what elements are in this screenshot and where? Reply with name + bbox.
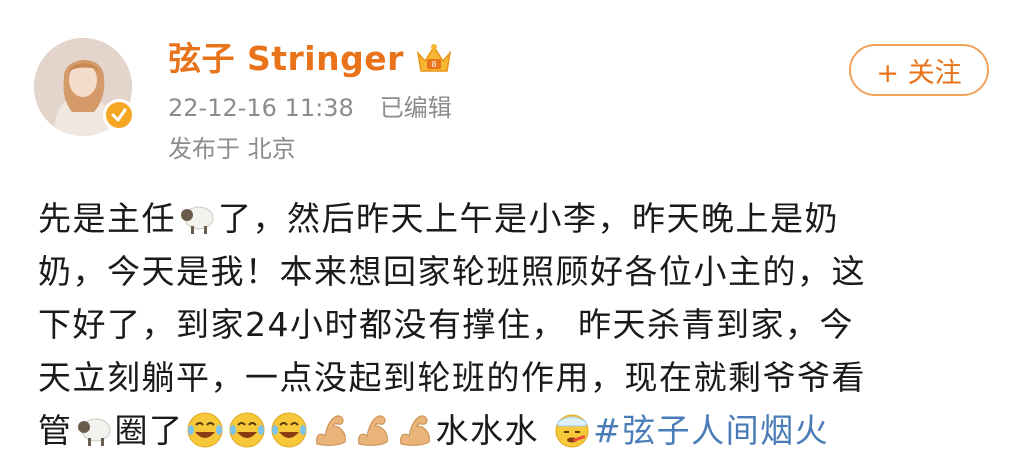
post-text: 管 bbox=[38, 411, 73, 450]
hashtag-link[interactable]: #弦子人间烟火 bbox=[593, 411, 829, 450]
post-line: 天立刻躺平，一点没起到轮班的作用，现在就剩爷爷看 bbox=[38, 358, 866, 397]
muscle-emoji-icon bbox=[357, 415, 388, 446]
laugh-cry-emoji-icon bbox=[187, 412, 222, 448]
post-meta: 22-12-16 11:38 已编辑 bbox=[168, 92, 452, 124]
laugh-cry-emoji-icon bbox=[271, 412, 306, 448]
post-text: 了，然后昨天上午是小李，昨天晚上是奶 bbox=[218, 199, 839, 238]
laugh-cry-emoji-icon bbox=[229, 412, 264, 448]
sick-emoji-icon bbox=[555, 414, 589, 448]
post-text: 先是主任 bbox=[38, 199, 176, 238]
post-text: 水水水 bbox=[435, 411, 539, 450]
sheep-emoji-icon bbox=[181, 206, 214, 234]
post-line: 奶，今天是我！本来想回家轮班照顾好各位小主的，这 bbox=[38, 252, 866, 291]
post-body: 先是主任 了，然后昨天上午是小李，昨天晚上是奶 奶，今天是我！本来想回家轮班照顾好… bbox=[38, 192, 998, 457]
sheep-emoji-icon bbox=[77, 418, 110, 446]
svg-text:8: 8 bbox=[431, 60, 436, 69]
post-location: 发布于 北京 bbox=[168, 135, 296, 163]
post-timestamp: 22-12-16 11:38 bbox=[168, 94, 354, 122]
post-line: 下好了，到家24小时都没有撑住， 昨天杀青到家，今 bbox=[38, 305, 854, 344]
username[interactable]: 弦子 Stringer bbox=[168, 36, 404, 82]
follow-button[interactable]: + 关注 bbox=[849, 44, 989, 96]
verified-badge-icon bbox=[103, 99, 135, 131]
post-text: 圈了 bbox=[114, 411, 184, 450]
muscle-emoji-icon bbox=[399, 415, 430, 446]
edited-label[interactable]: 已编辑 bbox=[380, 94, 452, 122]
post-line: 管 圈了 水水水 #弦子人间烟火 bbox=[38, 404, 998, 457]
username-row: 弦子 Stringer 8 bbox=[168, 36, 454, 82]
post-line: 先是主任 了，然后昨天上午是小李，昨天晚上是奶 bbox=[38, 192, 998, 245]
muscle-emoji-icon bbox=[315, 415, 346, 446]
vip-crown-icon[interactable]: 8 bbox=[414, 41, 454, 77]
